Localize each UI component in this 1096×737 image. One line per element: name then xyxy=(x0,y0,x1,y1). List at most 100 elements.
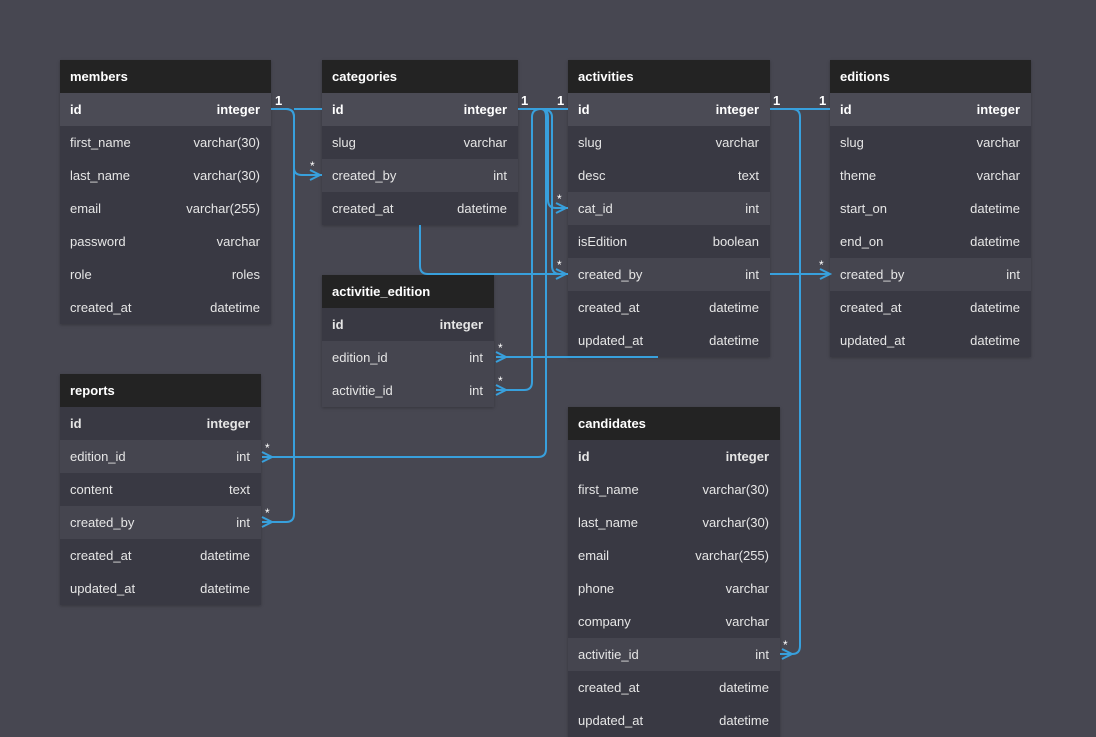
field-row: id integer xyxy=(322,93,518,126)
field-name: created_by xyxy=(840,267,905,282)
card-many-activitie-id: * xyxy=(498,374,503,388)
field-type: datetime xyxy=(970,333,1020,348)
field-type: int xyxy=(469,350,483,365)
field-type: datetime xyxy=(719,680,769,695)
table-activitie-edition[interactable]: activitie_edition id integer edition_id in… xyxy=(322,275,494,407)
field-row: phone varchar xyxy=(568,572,780,605)
rel-categories-activities-cat xyxy=(540,108,568,209)
rel-members-activities xyxy=(419,225,568,275)
field-row: created_by int xyxy=(322,159,518,192)
field-type: int xyxy=(236,515,250,530)
table-members[interactable]: members id integer first_name varchar(30) … xyxy=(60,60,271,324)
field-type: text xyxy=(229,482,250,497)
field-row: updated_at datetime xyxy=(568,324,770,357)
field-name: activitie_id xyxy=(332,383,393,398)
table-reports[interactable]: reports id integer edition_id int content t… xyxy=(60,374,261,605)
field-type: varchar xyxy=(976,135,1020,150)
field-type: integer xyxy=(206,416,250,431)
field-type: datetime xyxy=(970,234,1020,249)
field-type: varchar(30) xyxy=(193,135,260,150)
crowfoot-categories-created-by xyxy=(309,169,323,181)
field-row: updated_at datetime xyxy=(830,324,1031,357)
card-one-categories: 1 xyxy=(521,93,528,108)
field-name: created_at xyxy=(70,548,132,563)
table-title: reports xyxy=(60,374,261,407)
field-row: end_on datetime xyxy=(830,225,1031,258)
field-row: created_at datetime xyxy=(568,671,780,704)
field-row: created_by int xyxy=(568,258,770,291)
field-type: integer xyxy=(976,102,1020,117)
field-type: integer xyxy=(439,317,483,332)
field-type: integer xyxy=(463,102,507,117)
field-type: datetime xyxy=(719,713,769,728)
card-one-activities-right: 1 xyxy=(773,93,780,108)
field-type: int xyxy=(745,267,759,282)
field-name: end_on xyxy=(840,234,884,249)
rel-members-categories xyxy=(271,108,322,176)
field-name: id xyxy=(332,102,344,117)
field-row: updated_at datetime xyxy=(60,572,261,605)
crowfoot-reports-edition-id xyxy=(261,451,275,463)
field-type: varchar xyxy=(216,234,260,249)
field-row: content text xyxy=(60,473,261,506)
field-name: company xyxy=(578,614,631,629)
card-many-editions-created-by: * xyxy=(819,258,824,272)
field-name: activitie_id xyxy=(578,647,639,662)
crowfoot-activitie-id xyxy=(495,384,509,396)
table-title: candidates xyxy=(568,407,780,440)
field-name: updated_at xyxy=(578,713,644,728)
field-name: phone xyxy=(578,581,615,596)
card-many-reports-edition: * xyxy=(265,441,270,455)
field-type: varchar xyxy=(725,581,769,596)
table-editions[interactable]: editions id integer slug varchar theme varc… xyxy=(830,60,1031,357)
crowfoot-edition-id xyxy=(495,351,509,363)
field-type: datetime xyxy=(970,201,1020,216)
card-many-cat-id: * xyxy=(557,192,562,206)
crowfoot-editions-created-by xyxy=(819,268,833,280)
field-name: updated_at xyxy=(70,581,136,596)
field-row: last_name varchar(30) xyxy=(568,506,780,539)
field-name: last_name xyxy=(70,168,130,183)
field-type: datetime xyxy=(200,581,250,596)
field-name: slug xyxy=(840,135,864,150)
field-name: id xyxy=(578,449,590,464)
table-activities[interactable]: activities id integer slug varchar desc tex… xyxy=(568,60,770,357)
field-type: roles xyxy=(231,267,260,282)
crowfoot-activities-created-by xyxy=(555,268,569,280)
field-name: edition_id xyxy=(332,350,388,365)
field-name: created_by xyxy=(578,267,643,282)
field-row: isEdition boolean xyxy=(568,225,770,258)
field-name: password xyxy=(70,234,126,249)
field-row: last_name varchar(30) xyxy=(60,159,271,192)
card-one-members: 1 xyxy=(275,93,282,108)
field-row: created_at datetime xyxy=(568,291,770,324)
field-name: email xyxy=(578,548,610,563)
crowfoot-candidates-activitie-id xyxy=(781,648,795,660)
field-row: id integer xyxy=(60,93,271,126)
field-row: edition_id int xyxy=(322,341,494,374)
field-row: activitie_id int xyxy=(322,374,494,407)
field-row: slug varchar xyxy=(322,126,518,159)
table-title: members xyxy=(60,60,271,93)
field-row: id integer xyxy=(568,440,780,473)
field-name: id xyxy=(70,416,82,431)
field-name: id xyxy=(578,102,590,117)
field-type: varchar(30) xyxy=(702,482,769,497)
crowfoot-cat-id xyxy=(555,202,569,214)
table-candidates[interactable]: candidates id integer first_name varchar(3… xyxy=(568,407,780,737)
field-type: varchar xyxy=(976,168,1020,183)
field-type: varchar(255) xyxy=(186,201,260,216)
field-row: edition_id int xyxy=(60,440,261,473)
table-categories[interactable]: categories id integer slug varchar created… xyxy=(322,60,518,225)
card-many-categories: * xyxy=(310,159,315,173)
field-row: company varchar xyxy=(568,605,780,638)
field-row: cat_id int xyxy=(568,192,770,225)
field-name: slug xyxy=(332,135,356,150)
field-type: varchar(30) xyxy=(702,515,769,530)
field-name: edition_id xyxy=(70,449,126,464)
field-name: desc xyxy=(578,168,606,183)
table-title: activitie_edition xyxy=(322,275,494,308)
field-name: updated_at xyxy=(840,333,906,348)
field-name: id xyxy=(332,317,344,332)
field-type: datetime xyxy=(970,300,1020,315)
